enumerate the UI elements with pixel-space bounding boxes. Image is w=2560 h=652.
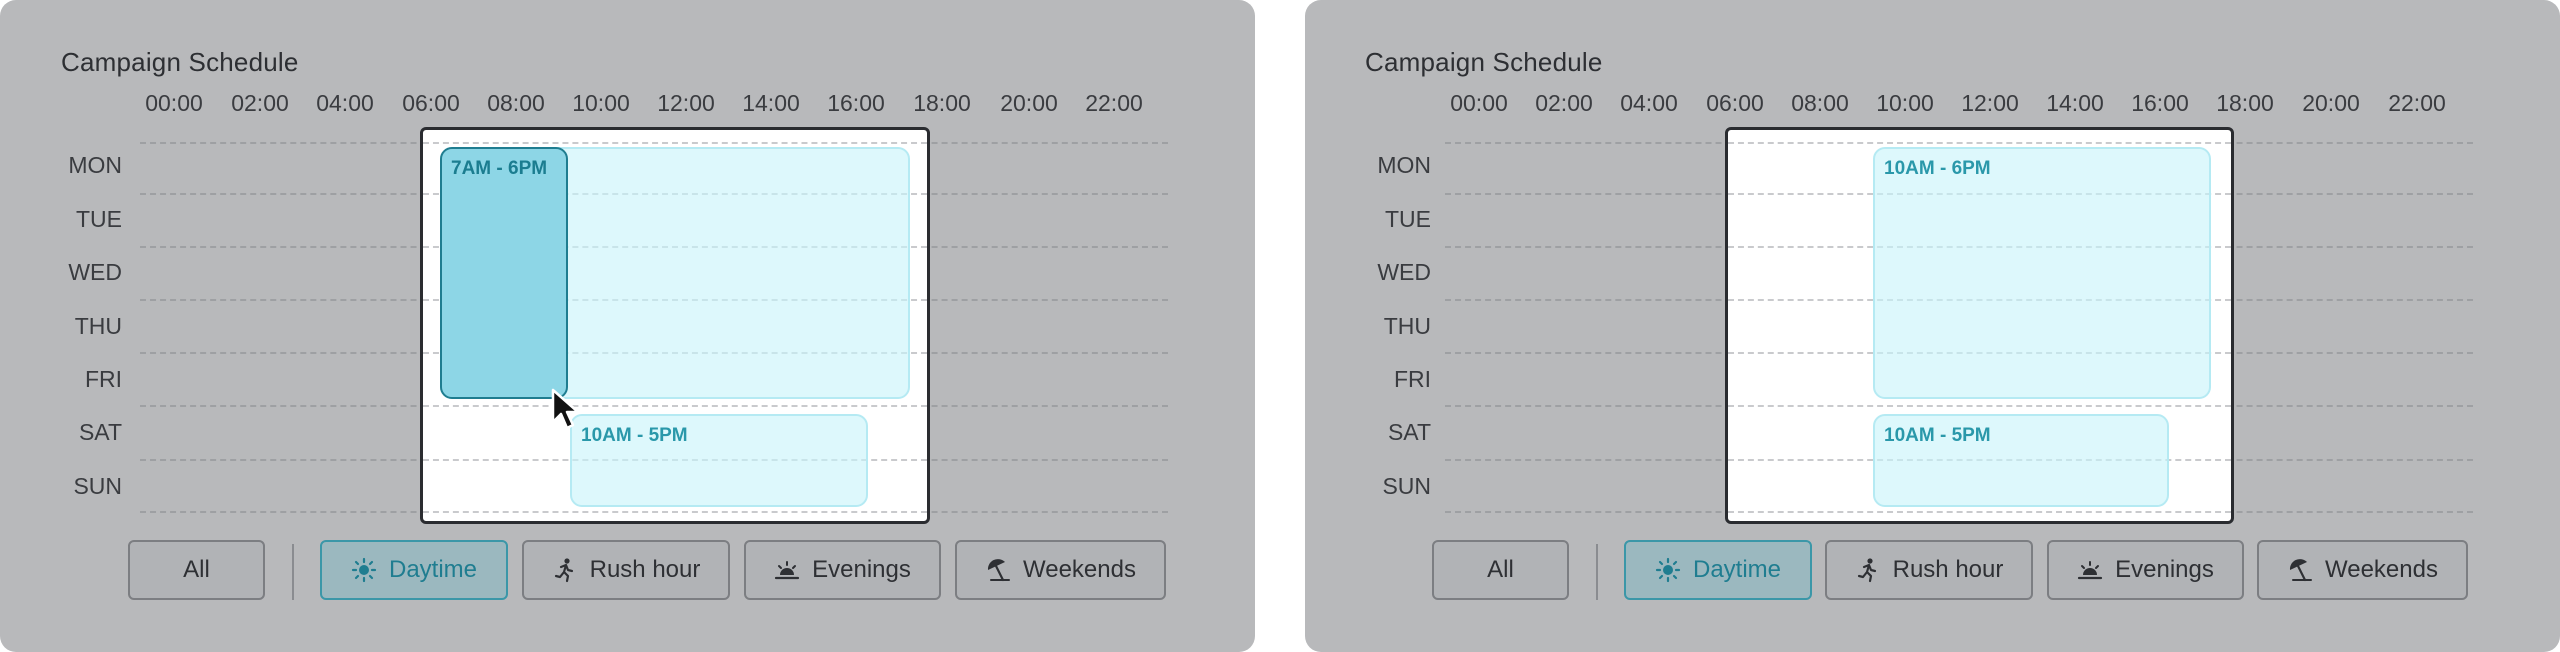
row-gridline	[423, 142, 927, 144]
hour-label: 20:00	[2302, 90, 2360, 116]
hour-label: 08:00	[487, 90, 545, 116]
filter-all-button[interactable]: All	[128, 540, 265, 600]
day-label-wed: WED	[1377, 259, 1431, 285]
divider	[292, 544, 294, 600]
day-label-tue: TUE	[76, 206, 122, 232]
hour-label: 18:00	[2216, 90, 2274, 116]
row-gridline	[423, 511, 927, 513]
button-label: Daytime	[388, 556, 478, 583]
sunset-icon	[2078, 561, 2103, 580]
hour-label: 06:00	[402, 90, 460, 116]
button-label: All	[183, 556, 210, 583]
running-person-icon	[1857, 558, 1876, 583]
row-gridline	[1728, 405, 2231, 407]
day-label-sat: SAT	[1387, 419, 1431, 445]
filter-rush-hour-button[interactable]: Rush hour	[522, 540, 730, 600]
campaign-schedule-panel: Campaign Schedule 00:00 02:00 04:00 06:0…	[1305, 0, 2560, 652]
day-label-fri: FRI	[84, 366, 122, 392]
schedule-block-label: 10AM - 5PM	[1884, 425, 1991, 446]
panel-title: Campaign Schedule	[61, 47, 299, 77]
hour-label: 06:00	[1706, 90, 1764, 116]
day-label-sat: SAT	[78, 419, 122, 445]
hour-label: 04:00	[1620, 90, 1678, 116]
row-gridline	[1728, 142, 2231, 144]
button-label: Rush hour	[589, 556, 701, 583]
day-label-mon: MON	[1377, 152, 1431, 178]
button-label: All	[1487, 556, 1514, 583]
sunset-icon	[775, 561, 800, 580]
running-person-icon	[554, 558, 573, 583]
filter-daytime-button[interactable]: Daytime	[1624, 540, 1812, 600]
day-label-thu: THU	[1383, 313, 1431, 339]
beach-umbrella-icon	[987, 559, 1011, 582]
button-label: Evenings	[2115, 556, 2214, 583]
mouse-cursor-icon	[551, 388, 580, 430]
hour-label: 10:00	[1876, 90, 1934, 116]
hour-label: 12:00	[657, 90, 715, 116]
day-label-wed: WED	[68, 259, 122, 285]
day-label-tue: TUE	[1385, 206, 1431, 232]
schedule-block-weekday[interactable]: 7AM - 6PM	[440, 147, 568, 399]
hour-label: 12:00	[1961, 90, 2019, 116]
filter-evenings-button[interactable]: Evenings	[2047, 540, 2244, 600]
day-label-sun: SUN	[1382, 473, 1431, 499]
schedule-block-weekday[interactable]: 10AM - 6PM	[1873, 147, 2211, 399]
beach-umbrella-icon	[2289, 559, 2313, 582]
schedule-block-label: 7AM - 6PM	[451, 158, 548, 179]
sun-icon	[351, 557, 377, 583]
schedule-block-label: 10AM - 6PM	[1884, 158, 1991, 179]
hour-label: 18:00	[913, 90, 971, 116]
hour-label: 16:00	[2131, 90, 2189, 116]
day-label-fri: FRI	[1393, 366, 1431, 392]
hour-label: 14:00	[2046, 90, 2104, 116]
hour-label: 14:00	[742, 90, 800, 116]
hour-label: 22:00	[2388, 90, 2446, 116]
filter-all-button[interactable]: All	[1432, 540, 1569, 600]
hour-label: 04:00	[316, 90, 374, 116]
filter-daytime-button[interactable]: Daytime	[320, 540, 508, 600]
filter-weekends-button[interactable]: Weekends	[2257, 540, 2468, 600]
hour-label: 02:00	[1535, 90, 1593, 116]
day-label-sun: SUN	[73, 473, 122, 499]
button-label: Daytime	[1692, 556, 1782, 583]
hour-label: 02:00	[231, 90, 289, 116]
hour-label: 16:00	[827, 90, 885, 116]
row-gridline	[1728, 511, 2231, 513]
filter-weekends-button[interactable]: Weekends	[955, 540, 1166, 600]
hour-label: 22:00	[1085, 90, 1143, 116]
schedule-block-weekend[interactable]: 10AM - 5PM	[570, 414, 868, 507]
panel-title: Campaign Schedule	[1365, 47, 1603, 77]
schedule-block-label: 10AM - 5PM	[581, 425, 688, 446]
hour-label: 20:00	[1000, 90, 1058, 116]
schedule-block-weekend[interactable]: 10AM - 5PM	[1873, 414, 2169, 507]
filter-rush-hour-button[interactable]: Rush hour	[1825, 540, 2033, 600]
hour-label: 10:00	[572, 90, 630, 116]
button-label: Evenings	[812, 556, 911, 583]
divider	[1596, 544, 1598, 600]
campaign-schedule-panel: Campaign Schedule 00:00 02:00 04:00 06:0…	[0, 0, 1255, 652]
button-label: Weekends	[1023, 556, 1136, 583]
hour-label: 00:00	[1450, 90, 1508, 116]
hour-label: 00:00	[145, 90, 203, 116]
button-label: Weekends	[2325, 556, 2438, 583]
day-label-mon: MON	[68, 152, 122, 178]
hour-label: 08:00	[1791, 90, 1849, 116]
filter-evenings-button[interactable]: Evenings	[744, 540, 941, 600]
day-label-thu: THU	[74, 313, 122, 339]
button-label: Rush hour	[1892, 556, 2004, 583]
sun-icon	[1655, 557, 1681, 583]
row-gridline	[423, 405, 927, 407]
